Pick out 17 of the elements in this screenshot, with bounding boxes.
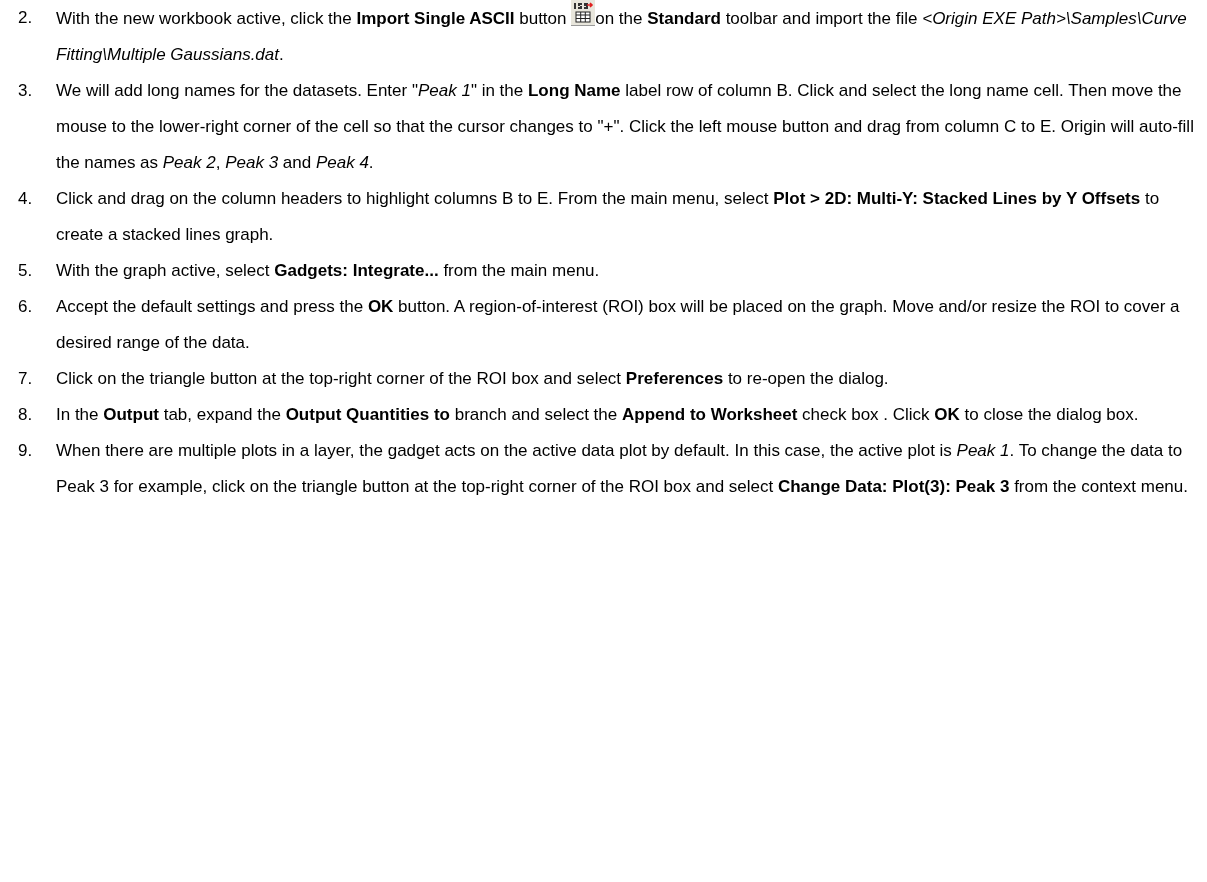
step-text: With the new workbook active, click the Import Single ASCII button on the Standard toolbar and import the file <Origin EXE Path>\Samples\Curve Fitting\Multiple Gaussians.dat. <box>56 0 1197 73</box>
step-number: 2. <box>18 7 34 29</box>
step-number: 3. <box>18 80 34 102</box>
step-number: 6. <box>18 296 34 318</box>
step-text: In the Output tab, expand the Output Quantities to branch and select the Append to Worksheet check box . Click OK to close the dialog box. <box>56 404 1140 426</box>
step-number: 5. <box>18 260 34 282</box>
step-text: With the graph active, select Gadgets: Integrate... from the main menu. <box>56 260 601 282</box>
step-text: When there are multiple plots in a layer, the gadget acts on the active data plot by default. In this case, the active plot is Peak 1. To change the data to Peak 3 for example, click on the triangle button at the top-right corner of the ROI box and select Change Data: Plot(3): Peak 3 from the context menu. <box>56 440 1189 498</box>
import-table-icon[interactable] <box>571 0 596 26</box>
step-number: 9. <box>18 440 34 462</box>
step-number: 8. <box>18 404 34 426</box>
step-text: Accept the default settings and press the OK button. A region-of-interest (ROI) box will be placed on the graph. Move and/or resize the ROI to cover a desired range of the data. <box>56 296 1181 354</box>
step-text: We will add long names for the datasets. Enter "Peak 1" in the Long Name label row of column B. Click and select the long name cell. Then move the mouse to the lower-right corner of the cell so that the cursor changes to "+". Click the left mouse button and drag from column C to E. Origin will auto-fill the names as Peak 2, Peak 3 and Peak 4. <box>56 80 1195 174</box>
step-text: Click on the triangle button at the top-right corner of the ROI box and select Preferences to re-open the dialog. <box>56 368 890 390</box>
step-number: 7. <box>18 368 34 390</box>
step-text: Click and drag on the column headers to highlight columns B to E. From the main menu, select Plot > 2D: Multi-Y: Stacked Lines by Y Offsets to create a stacked lines graph. <box>56 188 1161 246</box>
step-number: 4. <box>18 188 34 210</box>
